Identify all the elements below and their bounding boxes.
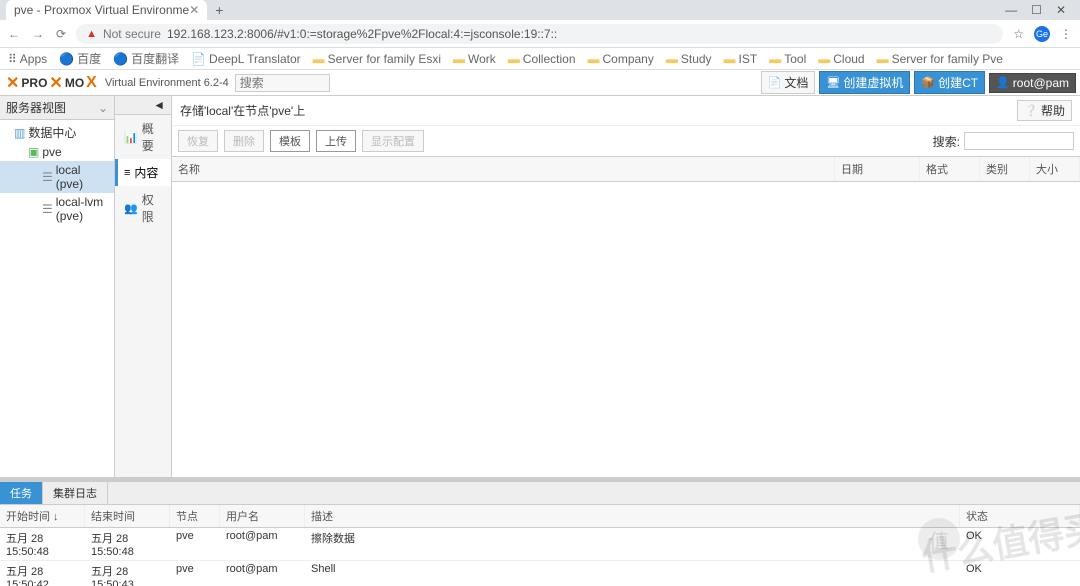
bookmark-folder[interactable]: ▬ Cloud [818,52,864,66]
col-name[interactable]: 名称 [172,157,835,181]
menu-icon[interactable]: ⋮ [1060,27,1072,41]
star-icon[interactable]: ☆ [1013,27,1024,41]
tree-storage-local[interactable]: ☰local (pve) [0,161,114,193]
tree-title: 服务器视图 [6,99,66,116]
docs-button[interactable]: 📄 文档 [761,71,816,94]
tasks-grid-body: 五月 28 15:50:48五月 28 15:50:48pveroot@pam擦… [0,528,1080,586]
logo-sep-icon: ✕ [49,73,62,93]
help-button[interactable]: ❔ 帮助 [1017,100,1072,121]
upload-button[interactable]: 上传 [316,130,356,152]
col-start[interactable]: 开始时间 ↓ [0,505,85,527]
forward-icon[interactable]: → [32,27,44,41]
show-config-button[interactable]: 显示配置 [362,130,424,152]
browser-tab[interactable]: pve - Proxmox Virtual Environme ✕ [6,0,207,20]
address-bar: ← → ⟳ ▲ Not secure 192.168.123.2:8006/#v… [0,20,1080,48]
storage-icon: ☰ [42,170,53,184]
content-grid-body [172,182,1080,477]
header-search-input[interactable] [235,74,330,92]
task-row[interactable]: 五月 28 15:50:42五月 28 15:50:43pveroot@pamS… [0,561,1080,586]
chevron-left-icon: ◄ [153,98,165,112]
close-tab-icon[interactable]: ✕ [189,3,199,17]
create-vm-button[interactable]: 🖥 创建虚拟机 [819,71,910,94]
task-row[interactable]: 五月 28 15:50:48五月 28 15:50:48pveroot@pam擦… [0,528,1080,561]
chevron-down-icon[interactable]: ⌄ [98,101,108,115]
back-icon[interactable]: ← [8,27,20,41]
bookmark-folder[interactable]: ▬ Tool [769,52,806,66]
col-user[interactable]: 用户名 [220,505,305,527]
content-search-input[interactable] [964,132,1074,150]
bookmark-folder[interactable]: ▬ IST [724,52,758,66]
col-end[interactable]: 结束时间 [85,505,170,527]
profile-avatar[interactable]: Ge [1034,26,1050,42]
close-window-button[interactable]: ✕ [1056,3,1066,17]
browser-tab-strip: pve - Proxmox Virtual Environme ✕ + — ☐ … [0,0,1080,20]
subtab-content[interactable]: ≡ 内容 [115,159,171,186]
bookmark-folder[interactable]: ▬ Company [588,52,654,66]
remove-button[interactable]: 删除 [224,130,264,152]
tab-tasks[interactable]: 任务 [0,482,43,504]
content-title: 存储'local'在节点'pve'上 [180,102,305,119]
bookmark-item[interactable]: 🔵 百度 [59,50,101,67]
datacenter-icon: ▥ [14,126,25,140]
col-status[interactable]: 状态 [960,505,1080,527]
tab-title: pve - Proxmox Virtual Environme [14,3,189,17]
col-format[interactable]: 格式 [920,157,980,181]
node-icon: ▣ [28,145,39,159]
subtab-summary[interactable]: 📊 概要 [115,115,171,159]
tree-storage-locallvm[interactable]: ☰local-lvm (pve) [0,193,114,225]
tasks-grid-header: 开始时间 ↓ 结束时间 节点 用户名 描述 状态 [0,505,1080,528]
content-grid-header: 名称 日期 格式 类别 大小 [172,157,1080,182]
tree-datacenter[interactable]: ▥数据中心 [0,122,114,143]
restore-button[interactable]: 恢复 [178,130,218,152]
storage-icon: ☰ [42,202,53,216]
server-tree-panel: 服务器视图 ⌄ ▥数据中心 ▣pve ☰local (pve) ☰local-l… [0,96,115,477]
warning-icon: ▲ [86,28,97,40]
tab-cluster-log[interactable]: 集群日志 [43,482,108,504]
col-type[interactable]: 类别 [980,157,1030,181]
tree-panel-header[interactable]: 服务器视图 ⌄ [0,96,114,120]
bookmark-item[interactable]: 🔵 百度翻译 [113,50,179,67]
tree-node-pve[interactable]: ▣pve [0,143,114,161]
subnav-collapse[interactable]: ◄ [115,96,171,115]
maximize-button[interactable]: ☐ [1031,3,1042,17]
minimize-button[interactable]: — [1005,3,1017,17]
content-panel: 存储'local'在节点'pve'上 ❔ 帮助 恢复 删除 模板 上传 显示配置… [172,96,1080,477]
not-secure-label: Not secure [103,27,161,41]
bookmark-folder[interactable]: ▬ Server for family Esxi [313,52,441,66]
content-toolbar: 恢复 删除 模板 上传 显示配置 搜索: [172,126,1080,157]
version-label: Virtual Environment 6.2-4 [105,77,229,89]
sub-nav-panel: ◄ 📊 概要 ≡ 内容 👥 权限 [115,96,172,477]
col-size[interactable]: 大小 [1030,157,1080,181]
apps-icon[interactable]: ⠿ Apps [8,52,47,66]
reload-icon[interactable]: ⟳ [56,27,66,41]
bookmark-folder[interactable]: ▬ Work [453,52,496,66]
logo-x-icon: ✕ [6,73,19,93]
proxmox-logo: ✕ PRO✕MOX [4,73,99,93]
create-ct-button[interactable]: 📦 创建CT [914,71,985,94]
bookmark-folder[interactable]: ▬ Server for family Pve [877,52,1003,66]
tasks-panel: 任务 集群日志 开始时间 ↓ 结束时间 节点 用户名 描述 状态 五月 28 1… [0,477,1080,586]
subtab-permissions[interactable]: 👥 权限 [115,186,171,230]
bookmark-folder[interactable]: ▬ Collection [508,52,576,66]
col-date[interactable]: 日期 [835,157,920,181]
bookmark-item[interactable]: 📄 DeepL Translator [191,52,301,66]
search-label: 搜索: [933,133,960,150]
col-desc[interactable]: 描述 [305,505,960,527]
bookmarks-bar: ⠿ Apps 🔵 百度 🔵 百度翻译 📄 DeepL Translator ▬ … [0,48,1080,70]
logo-end: X [86,74,97,92]
bookmark-folder[interactable]: ▬ Study [666,52,712,66]
templates-button[interactable]: 模板 [270,130,310,152]
col-node[interactable]: 节点 [170,505,220,527]
app-header: ✕ PRO✕MOX Virtual Environment 6.2-4 📄 文档… [0,70,1080,96]
url-text: 192.168.123.2:8006/#v1:0:=storage%2Fpve%… [167,27,557,41]
user-menu-button[interactable]: 👤 root@pam [989,73,1076,93]
new-tab-button[interactable]: + [215,2,223,18]
url-field[interactable]: ▲ Not secure 192.168.123.2:8006/#v1:0:=s… [76,24,1003,44]
